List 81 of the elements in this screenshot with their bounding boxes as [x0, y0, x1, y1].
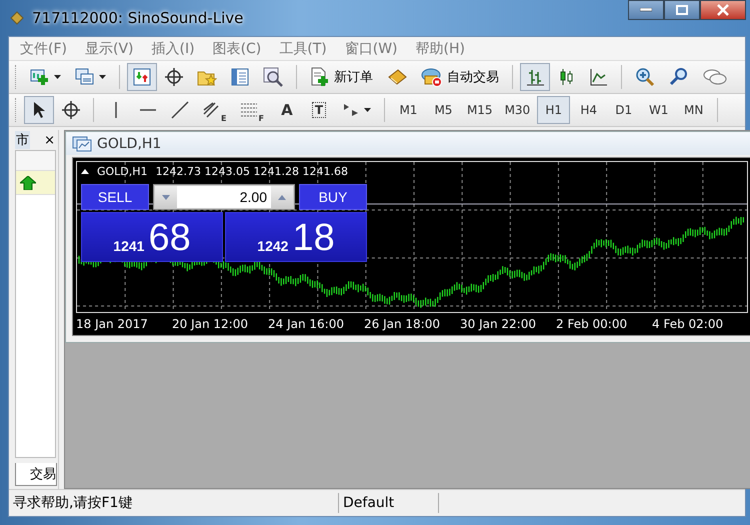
timeframe-button[interactable]: M15	[462, 96, 498, 124]
ohlc-values: 1242.73 1243.05 1241.28 1241.68	[156, 165, 348, 178]
buy-price-panel[interactable]: 1242 18	[225, 212, 367, 262]
chart-symbol: GOLD,H1	[97, 165, 148, 178]
channel-tool-button[interactable]: E	[197, 96, 232, 124]
close-icon	[717, 4, 729, 16]
timeframe-button[interactable]: MN	[677, 96, 710, 124]
fibo-tool-button[interactable]: F	[234, 96, 270, 124]
bar-chart-icon	[526, 68, 544, 86]
levels-icon	[240, 102, 258, 118]
timeframe-button[interactable]: M1	[392, 96, 425, 124]
chat-bubbles-icon	[703, 68, 727, 86]
windows-icon	[75, 68, 95, 86]
document-plus-icon	[310, 67, 330, 87]
sell-price-big-figure: 1241	[113, 238, 144, 256]
time-axis-label: 4 Feb 02:00	[652, 317, 724, 331]
toolbar-button[interactable]: 自动交易	[415, 63, 505, 91]
magnifier-window-icon	[263, 67, 283, 87]
sell-button[interactable]: SELL	[81, 184, 149, 210]
caret-icon	[54, 75, 61, 79]
timeframe-button[interactable]: H1	[537, 96, 570, 124]
label-tool-button[interactable]: T	[304, 96, 334, 124]
timeframe-button[interactable]: H4	[572, 96, 606, 124]
toolbar-button[interactable]: 新订单	[304, 63, 379, 91]
crosshair-icon	[165, 68, 183, 86]
chart-window-title: GOLD,H1	[97, 136, 162, 152]
timeframe-button[interactable]: D1	[607, 96, 640, 124]
robot-stop-icon	[421, 67, 443, 87]
text-tool-button[interactable]: A	[272, 96, 302, 124]
status-text: 寻求帮助,请按F1键	[9, 493, 339, 513]
app-icon	[10, 11, 24, 25]
time-axis-label: 2 Feb 00:00	[556, 317, 628, 331]
buy-button[interactable]: BUY	[299, 184, 367, 210]
buy-price-big-figure: 1242	[257, 238, 288, 256]
sell-price-panel[interactable]: 1241 68	[81, 212, 223, 262]
minimize-icon	[640, 8, 652, 12]
menu-item[interactable]: 显示(V)	[78, 40, 144, 58]
menu-item[interactable]: 窗口(W)	[338, 40, 409, 58]
minimize-button[interactable]	[628, 0, 664, 20]
buy-price-pips: 18	[292, 219, 335, 257]
time-axis-label: 20 Jan 12:00	[172, 317, 249, 331]
bars-button[interactable]	[520, 63, 550, 91]
menu-item[interactable]: 工具(T)	[272, 40, 338, 58]
maximize-icon	[676, 5, 688, 15]
timeframe-button[interactable]: W1	[642, 96, 676, 124]
sell-price-pips: 68	[148, 219, 191, 257]
time-axis-label: 26 Jan 18:00	[364, 317, 441, 331]
crosshair-icon	[62, 101, 80, 119]
line-chart-icon	[590, 68, 608, 86]
menu-item[interactable]: 插入(I)	[144, 40, 206, 58]
menu-item[interactable]: 图表(C)	[206, 40, 272, 58]
window-title: 717112000: SinoSound-Live	[32, 9, 244, 27]
panel-title: 市	[15, 131, 30, 149]
search-icon	[669, 67, 689, 87]
list-window-icon	[231, 68, 249, 86]
new-chart-icon	[30, 68, 50, 86]
arrows-icon	[342, 101, 360, 119]
zoom-in-icon	[635, 67, 655, 87]
quotes-icon	[133, 68, 151, 86]
menu-item[interactable]: 文件(F)	[13, 40, 78, 58]
close-button[interactable]	[700, 0, 746, 20]
trend-line-icon	[171, 101, 189, 119]
time-axis-label: 18 Jan 2017	[76, 317, 149, 331]
status-text: Default	[339, 493, 439, 513]
caret-icon	[99, 75, 106, 79]
timeframe-button[interactable]: M5	[426, 96, 460, 124]
up-arrow-icon	[20, 176, 36, 190]
timeframe-button[interactable]: M30	[500, 96, 536, 124]
collapse-triangle-icon[interactable]	[81, 169, 89, 174]
time-axis-label: 30 Jan 22:00	[460, 317, 537, 331]
market-watch-button[interactable]	[127, 63, 157, 91]
time-axis-label: 24 Jan 16:00	[268, 317, 345, 331]
close-icon[interactable]: ×	[44, 132, 55, 148]
menu-item[interactable]: 帮助(H)	[408, 40, 476, 58]
channel-icon	[203, 102, 221, 118]
panel-tab[interactable]: 交易	[15, 463, 57, 486]
cursor-tool-button[interactable]	[24, 96, 54, 124]
maximize-button[interactable]	[664, 0, 700, 20]
caret-icon	[364, 108, 371, 112]
chart-window-icon	[72, 136, 92, 152]
cursor-icon	[32, 101, 46, 119]
